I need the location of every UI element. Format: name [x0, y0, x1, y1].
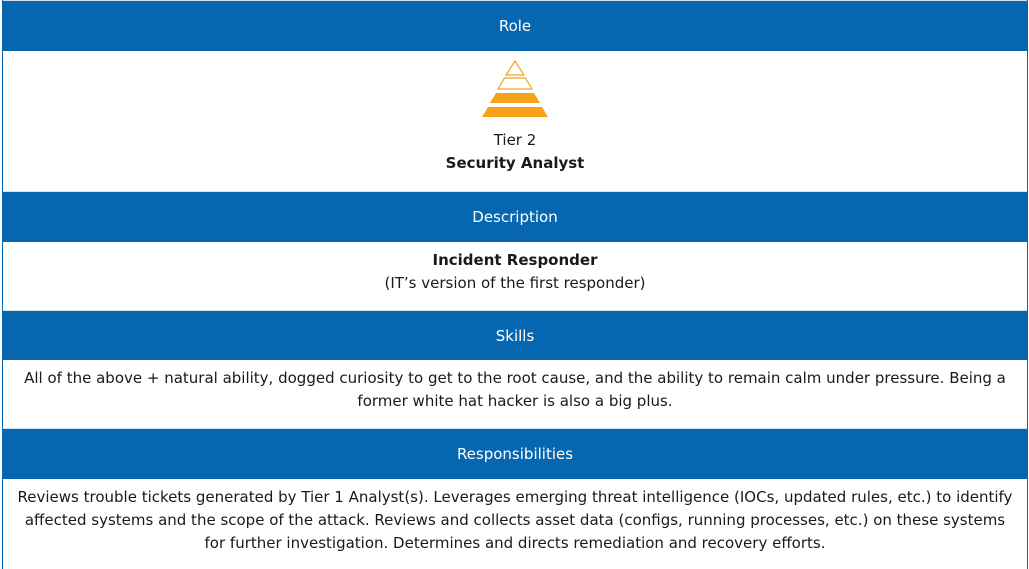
responsibilities-header-label: Responsibilities — [456, 445, 574, 463]
role-header-label: Role — [498, 17, 532, 35]
tier-label: Tier 2 — [493, 131, 537, 149]
responsibilities-header: Responsibilities — [3, 428, 1027, 479]
skills-header: Skills — [3, 310, 1027, 360]
responsibilities-cell: Reviews trouble tickets generated by Tie… — [3, 479, 1027, 569]
role-title: Security Analyst — [445, 154, 585, 172]
description-header: Description — [3, 191, 1027, 242]
description-cell: Incident Responder (IT’s version of the … — [3, 242, 1027, 310]
skills-text: All of the above + natural ability, dogg… — [24, 369, 1006, 410]
description-title: Incident Responder — [432, 251, 598, 269]
responsibilities-text: Reviews trouble tickets generated by Tie… — [17, 488, 1013, 552]
skills-header-label: Skills — [495, 326, 535, 345]
pyramid-tier-icon — [482, 59, 548, 117]
description-header-label: Description — [472, 208, 558, 226]
skills-cell: All of the above + natural ability, dogg… — [3, 360, 1027, 428]
role-table: Role Tier 2 Security Analyst Description… — [2, 0, 1028, 569]
description-subtitle: (IT’s version of the first responder) — [384, 274, 646, 292]
role-header: Role — [3, 0, 1027, 51]
role-cell: Tier 2 Security Analyst — [3, 51, 1027, 191]
